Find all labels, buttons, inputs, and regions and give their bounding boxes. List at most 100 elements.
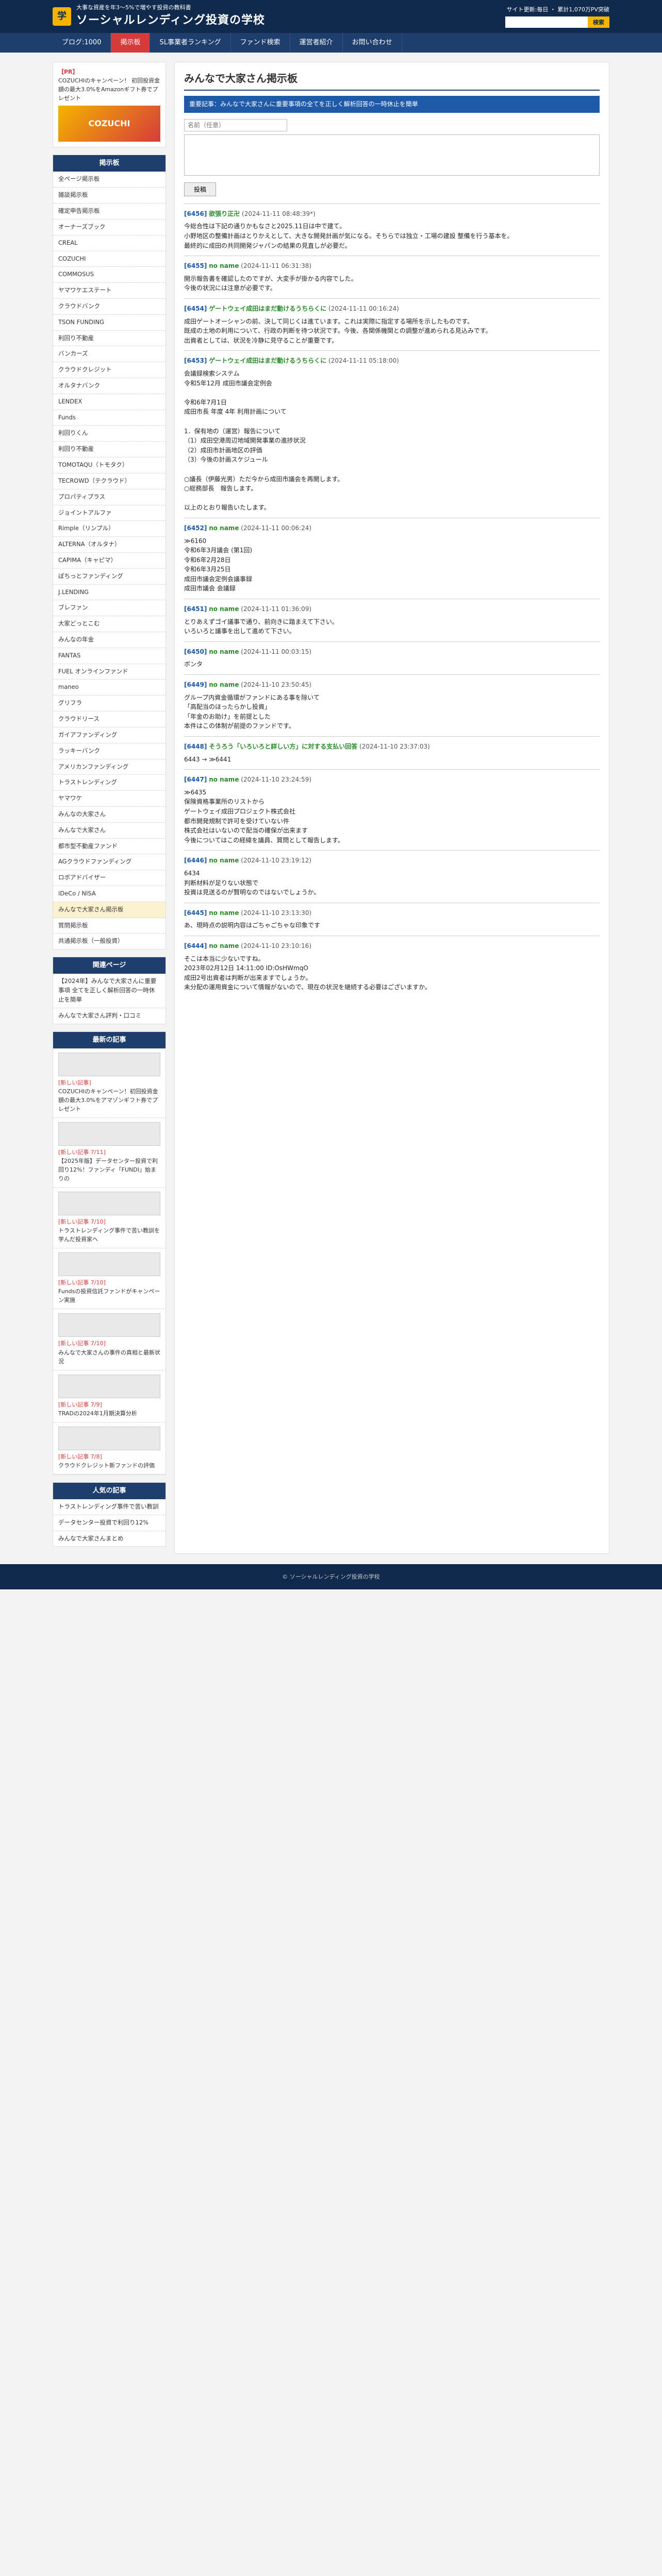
pr-banner[interactable]: 【PR】 COZUCHIのキャンペーン！ 初回投資金額の最大3.0%をAmazo… — [53, 62, 166, 148]
site-logo[interactable]: 学 大事な資産を年3〜5%で増やす投資の教科書 ソーシャルレンディング投資の学校 — [53, 3, 265, 29]
recent-article[interactable]: [新しい記事 7/9] TRADの2024年1月期決算分析 — [53, 1370, 166, 1422]
board-menu-item[interactable]: クラウドリース — [53, 711, 166, 727]
board-menu-item[interactable]: 利回り不動産 — [53, 442, 166, 458]
article-thumbnail[interactable] — [58, 1192, 160, 1216]
board-menu-item[interactable]: ブレファン — [53, 600, 166, 617]
board-menu-item[interactable]: CREAL — [53, 235, 166, 251]
article-thumbnail[interactable] — [58, 1374, 160, 1398]
board-menu-item[interactable]: プロパティプラス — [53, 489, 166, 505]
article-thumbnail[interactable] — [58, 1313, 160, 1337]
banner-image[interactable]: COZUCHI — [58, 106, 160, 142]
board-menu-item[interactable]: みんなで大家さん掲示板 — [53, 902, 166, 918]
board-menu-item[interactable]: maneo — [53, 680, 166, 696]
board-menu-item[interactable]: 大家どっとこむ — [53, 616, 166, 633]
post-number[interactable]: [6454] — [184, 305, 207, 312]
board-menu-item[interactable]: AGクラウドファンディング — [53, 854, 166, 871]
board-menu-item[interactable]: FANTAS — [53, 648, 166, 664]
nav-item[interactable]: SL事業者ランキング — [150, 33, 231, 53]
submit-button[interactable]: 投稿 — [184, 182, 217, 196]
board-menu-item[interactable]: Funds — [53, 410, 166, 426]
post-number[interactable]: [6450] — [184, 648, 207, 655]
board-menu-item[interactable]: オーナーズブック — [53, 219, 166, 235]
board-menu-item[interactable]: TOMOTAQU（トモタク） — [53, 457, 166, 473]
board-menu-item[interactable]: みんなの年金 — [53, 632, 166, 648]
related-link[interactable]: 【2024年】みんなで大家さんに重要事項 全てを正しく解析回答の一時休止を簡単 — [53, 974, 166, 1008]
board-menu-item[interactable]: クラウドクレジット — [53, 362, 166, 379]
board-menu-item[interactable]: オルタナバンク — [53, 378, 166, 394]
board-menu-item[interactable]: クラウドバンク — [53, 299, 166, 315]
board-menu-item[interactable]: 利回り不動産 — [53, 331, 166, 347]
nav-item[interactable]: お問い合わせ — [343, 33, 402, 53]
board-menu-item[interactable]: 都市型不動産ファンド — [53, 839, 166, 855]
board-menu-item[interactable]: トラストレンディング — [53, 775, 166, 791]
nav-item[interactable]: ファンド検索 — [231, 33, 290, 53]
post-number[interactable]: [6456] — [184, 210, 207, 217]
board-menu-item[interactable]: LENDEX — [53, 394, 166, 410]
post-number[interactable]: [6453] — [184, 357, 207, 364]
board-menu-item[interactable]: TSON FUNDING — [53, 315, 166, 331]
board-menu-item[interactable]: みんなで大家さん — [53, 823, 166, 839]
article-title[interactable]: トラストレンディング事件で苦い教訓を学んだ投資家へ — [58, 1226, 160, 1244]
post-number[interactable]: [6446] — [184, 857, 207, 864]
board-menu-item[interactable]: グリフラ — [53, 696, 166, 712]
post-number[interactable]: [6452] — [184, 524, 207, 532]
article-title[interactable]: COZUCHIのキャンペーン！初回投資金額の最大3.0%をアマゾンギフト券でプレ… — [58, 1087, 160, 1113]
board-menu-item[interactable]: FUEL オンラインファンド — [53, 664, 166, 680]
related-link[interactable]: みんなで大家さん評判・口コミ — [53, 1008, 166, 1024]
post-number[interactable]: [6449] — [184, 681, 207, 688]
article-title[interactable]: Fundsの投資信託ファンドがキャンペーン実施 — [58, 1287, 160, 1304]
post-number[interactable]: [6455] — [184, 262, 207, 269]
post-number[interactable]: [6448] — [184, 743, 207, 750]
board-menu-item[interactable]: みんなの大家さん — [53, 807, 166, 823]
article-thumbnail[interactable] — [58, 1052, 160, 1076]
post-number[interactable]: [6444] — [184, 942, 207, 950]
board-menu-item[interactable]: COMMOSUS — [53, 267, 166, 283]
popular-link[interactable]: トラストレンディング事件で苦い教訓 — [53, 1499, 166, 1515]
search-input[interactable] — [505, 16, 588, 28]
board-menu-item[interactable]: ロボアドバイザー — [53, 870, 166, 887]
board-menu-item[interactable]: ジョイントアルファ — [53, 505, 166, 521]
board-menu-item[interactable]: Rimple（リンプル） — [53, 521, 166, 537]
recent-article[interactable]: [新しい記事 7/10] みんなで大家さんの事件の真相と最新状況 — [53, 1309, 166, 1370]
recent-article[interactable]: [新しい記事 7/11] 【2025年版】データセンター投資で利回り12%！ファン… — [53, 1118, 166, 1188]
board-menu-item[interactable]: 全ページ掲示板 — [53, 172, 166, 188]
article-title[interactable]: 【2025年版】データセンター投資で利回り12%！ファンディ「FUNDI」始まり… — [58, 1157, 160, 1183]
board-menu-item[interactable]: 確定申告掲示板 — [53, 204, 166, 219]
board-menu-item[interactable]: TECROWD（テクラウド） — [53, 473, 166, 489]
recent-article[interactable]: [新しい記事 7/8] クラウドクレジット新ファンドの評価 — [53, 1422, 166, 1475]
article-title[interactable]: クラウドクレジット新ファンドの評価 — [58, 1461, 160, 1470]
recent-article[interactable]: [新しい記事 7/10] Fundsの投資信託ファンドがキャンペーン実施 — [53, 1248, 166, 1310]
notice-link[interactable]: 重要記事：みんなで大家さんに重要事項の全てを正しく解析回答の一時休止を簡単 — [184, 96, 600, 113]
post-number[interactable]: [6445] — [184, 909, 207, 917]
board-menu-item[interactable]: ALTERNA（オルタナ） — [53, 537, 166, 553]
board-menu-item[interactable]: ぽちっとファンディング — [53, 569, 166, 585]
recent-article[interactable]: [新しい記事 7/10] トラストレンディング事件で苦い教訓を学んだ投資家へ — [53, 1188, 166, 1249]
search-button[interactable]: 検索 — [588, 16, 609, 28]
board-menu-item[interactable]: COZUCHI — [53, 251, 166, 267]
board-menu-item[interactable]: iDeCo / NISA — [53, 886, 166, 902]
nav-item[interactable]: ブログ:1000 — [53, 33, 111, 53]
board-menu-item[interactable]: ヤマワケエステート — [53, 283, 166, 299]
board-menu-item[interactable]: 利回りくん — [53, 426, 166, 442]
board-menu-item[interactable]: 質問掲示板 — [53, 918, 166, 934]
article-title[interactable]: TRADの2024年1月期決算分析 — [58, 1409, 160, 1418]
board-menu-item[interactable]: 共通掲示板（一般投資） — [53, 934, 166, 949]
nav-item[interactable]: 掲示板 — [111, 33, 151, 53]
board-menu-item[interactable]: ラッキーバンク — [53, 743, 166, 759]
board-menu-item[interactable]: 雑談掲示板 — [53, 188, 166, 204]
article-thumbnail[interactable] — [58, 1426, 160, 1450]
article-title[interactable]: みんなで大家さんの事件の真相と最新状況 — [58, 1348, 160, 1366]
article-thumbnail[interactable] — [58, 1122, 160, 1146]
popular-link[interactable]: みんなで大家さんまとめ — [53, 1531, 166, 1547]
board-menu-item[interactable]: J.LENDING — [53, 585, 166, 601]
name-input[interactable] — [184, 118, 287, 131]
board-menu-item[interactable]: ガイアファンディング — [53, 727, 166, 743]
post-number[interactable]: [6447] — [184, 776, 207, 783]
board-menu-item[interactable]: CAPIMA（キャピマ） — [53, 553, 166, 569]
recent-article[interactable]: [新しい記事] COZUCHIのキャンペーン！初回投資金額の最大3.0%をアマゾン… — [53, 1048, 166, 1118]
message-textarea[interactable] — [184, 134, 600, 176]
board-menu-item[interactable]: バンカーズ — [53, 346, 166, 363]
nav-item[interactable]: 運営者紹介 — [290, 33, 343, 53]
board-menu-item[interactable]: アメリカンファンディング — [53, 759, 166, 775]
article-thumbnail[interactable] — [58, 1252, 160, 1277]
